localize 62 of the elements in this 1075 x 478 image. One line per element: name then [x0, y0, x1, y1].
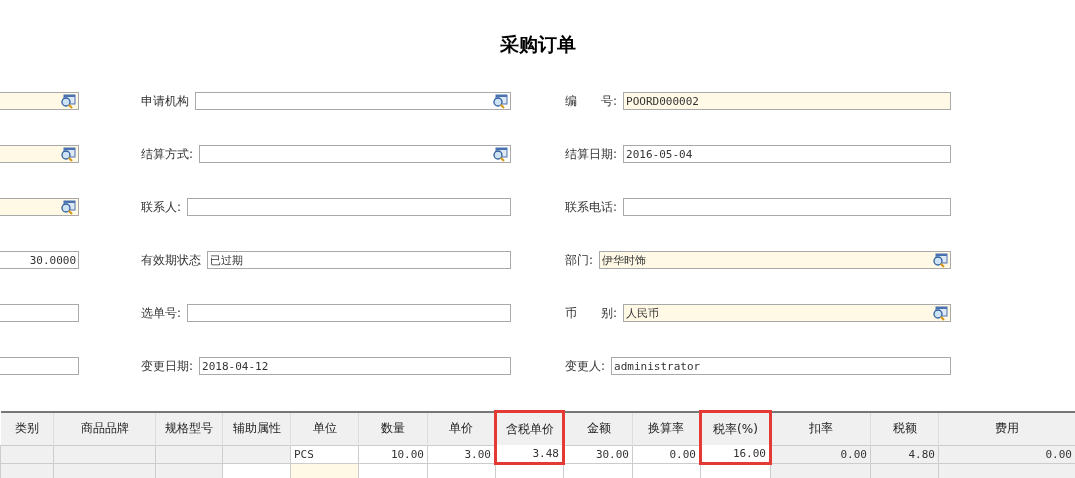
column-header[interactable]: 辅助属性	[222, 411, 291, 445]
field-label: 变更人:	[565, 358, 606, 375]
column-header[interactable]: 费用	[938, 411, 1075, 445]
table-cell: 0.00	[770, 445, 871, 464]
input-field[interactable]: 人民币	[623, 304, 951, 322]
column-header[interactable]: 扣率	[770, 411, 871, 445]
column-header[interactable]: 商品品牌	[53, 411, 156, 445]
table-cell: 30.00	[563, 445, 633, 464]
column-header[interactable]: 税率(%)	[700, 411, 771, 445]
column-header[interactable]: 数量	[358, 411, 428, 445]
input-field[interactable]: 2016-05-04	[623, 145, 951, 163]
input-field[interactable]	[0, 357, 79, 375]
table-cell: 16.00	[700, 445, 771, 464]
page-title: 采购订单	[499, 32, 576, 57]
field-label: 联系人:	[141, 199, 182, 216]
field-label: 联系电话:	[565, 199, 618, 216]
input-field[interactable]	[195, 92, 511, 110]
table-cell: PCS	[290, 445, 359, 464]
input-field[interactable]	[0, 92, 79, 110]
input-field[interactable]: 伊华时饰	[599, 251, 951, 269]
lookup-icon[interactable]	[932, 305, 948, 321]
input-field[interactable]	[187, 304, 511, 322]
input-field[interactable]	[199, 145, 511, 163]
field-label: 变更日期:	[141, 358, 194, 375]
input-field[interactable]: 已过期	[207, 251, 511, 269]
field-label: 有效期状态	[141, 252, 201, 269]
input-field[interactable]: 30.0000	[0, 251, 79, 269]
table-cell: 0.00	[938, 445, 1075, 464]
column-header[interactable]: 金额	[563, 411, 633, 445]
lookup-icon[interactable]	[60, 93, 76, 109]
column-header[interactable]: 税额	[870, 411, 939, 445]
field-label: 编 号:	[565, 93, 618, 110]
field-label: 选单号:	[141, 305, 182, 322]
column-header[interactable]: 单价	[427, 411, 496, 445]
column-header[interactable]: 换算率	[632, 411, 701, 445]
field-label: 申请机构	[141, 93, 189, 110]
lookup-icon[interactable]	[492, 93, 508, 109]
input-field[interactable]	[0, 145, 79, 163]
table-cell: 3.00	[427, 445, 496, 464]
input-field[interactable]: 2018-04-12	[199, 357, 511, 375]
table-cell: 4.80	[870, 445, 939, 464]
table-cell: 3.48	[495, 445, 564, 464]
lookup-icon[interactable]	[492, 146, 508, 162]
input-field[interactable]	[623, 198, 951, 216]
field-label: 部门:	[565, 252, 594, 269]
input-field[interactable]	[187, 198, 511, 216]
input-field[interactable]: POORD000002	[623, 92, 951, 110]
column-header[interactable]: 类别	[0, 411, 54, 445]
lookup-icon[interactable]	[60, 199, 76, 215]
column-header[interactable]: 含税单价	[495, 411, 564, 445]
input-field[interactable]: administrator	[611, 357, 951, 375]
lookup-icon[interactable]	[932, 252, 948, 268]
field-label: 结算方式:	[141, 146, 194, 163]
column-header[interactable]: 单位	[290, 411, 359, 445]
table-cell: 0.00	[632, 445, 701, 464]
table-cell: 10.00	[358, 445, 428, 464]
column-header[interactable]: 规格型号	[155, 411, 223, 445]
input-field[interactable]	[0, 198, 79, 216]
lookup-icon[interactable]	[60, 146, 76, 162]
input-field[interactable]	[0, 304, 79, 322]
field-label: 币 别:	[565, 305, 618, 322]
field-label: 结算日期:	[565, 146, 618, 163]
